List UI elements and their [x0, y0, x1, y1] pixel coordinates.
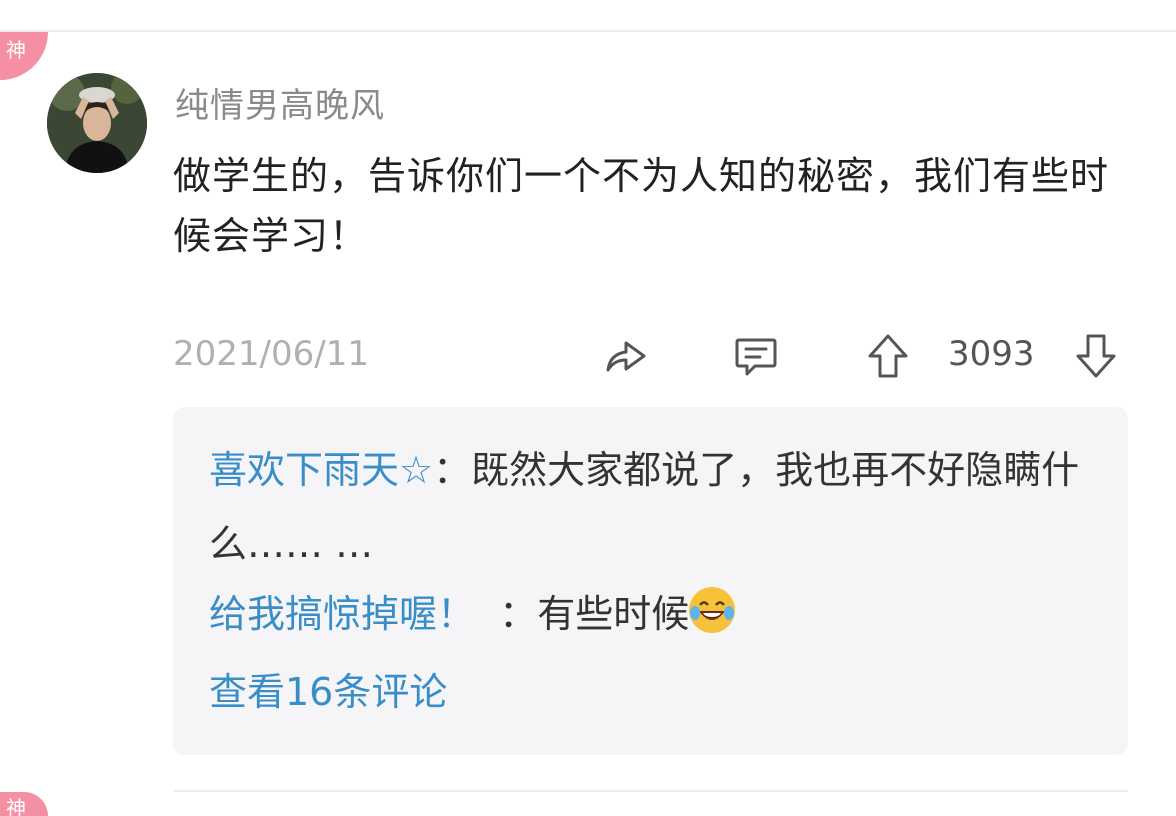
- reply-author[interactable]: 喜欢下雨天☆: [209, 448, 433, 492]
- view-all-comments-link[interactable]: 查看16条评论: [209, 655, 447, 729]
- avatar-image: [47, 73, 147, 173]
- share-arrow-icon: [606, 341, 646, 372]
- share-button[interactable]: [600, 330, 652, 382]
- upvote-button[interactable]: [862, 330, 914, 382]
- reply-item: 喜欢下雨天☆：既然大家都说了，我也再不好隐瞒什么…… …: [209, 433, 1109, 581]
- comment-bubble-icon: [735, 338, 777, 376]
- down-arrow-icon: [1076, 334, 1116, 378]
- reply-separator: ：: [433, 448, 472, 492]
- comment-button[interactable]: [730, 330, 782, 382]
- bottom-divider: [173, 790, 1128, 792]
- up-arrow-icon: [868, 334, 908, 378]
- laugh-cry-emoji-icon: [689, 587, 736, 633]
- username[interactable]: 纯情男高晚风: [175, 78, 385, 127]
- reply-preview-box: 喜欢下雨天☆：既然大家都说了，我也再不好隐瞒什么…… … 给我搞惊掉喔！ ：有些…: [173, 407, 1128, 755]
- upvote-count: 3093: [948, 334, 1035, 374]
- reply-separator: ：: [475, 592, 538, 636]
- badge-label: 神: [6, 38, 26, 62]
- top-divider: [0, 30, 1176, 32]
- post-text: 做学生的，告诉你们一个不为人知的秘密，我们有些时候会学习！: [173, 154, 1110, 258]
- god-comment-badge: 神: [0, 792, 48, 816]
- post-action-bar: 2021/06/11 3093: [0, 330, 1176, 386]
- reply-text: 有些时候: [537, 592, 690, 636]
- god-comment-badge: 神: [0, 32, 48, 80]
- badge-label: 神: [6, 796, 26, 816]
- avatar[interactable]: [47, 73, 147, 173]
- downvote-button[interactable]: [1070, 330, 1122, 382]
- reply-author[interactable]: 给我搞惊掉喔！: [209, 592, 475, 636]
- post-date: 2021/06/11: [173, 334, 369, 374]
- reply-item: 给我搞惊掉喔！ ：有些时候: [209, 577, 736, 651]
